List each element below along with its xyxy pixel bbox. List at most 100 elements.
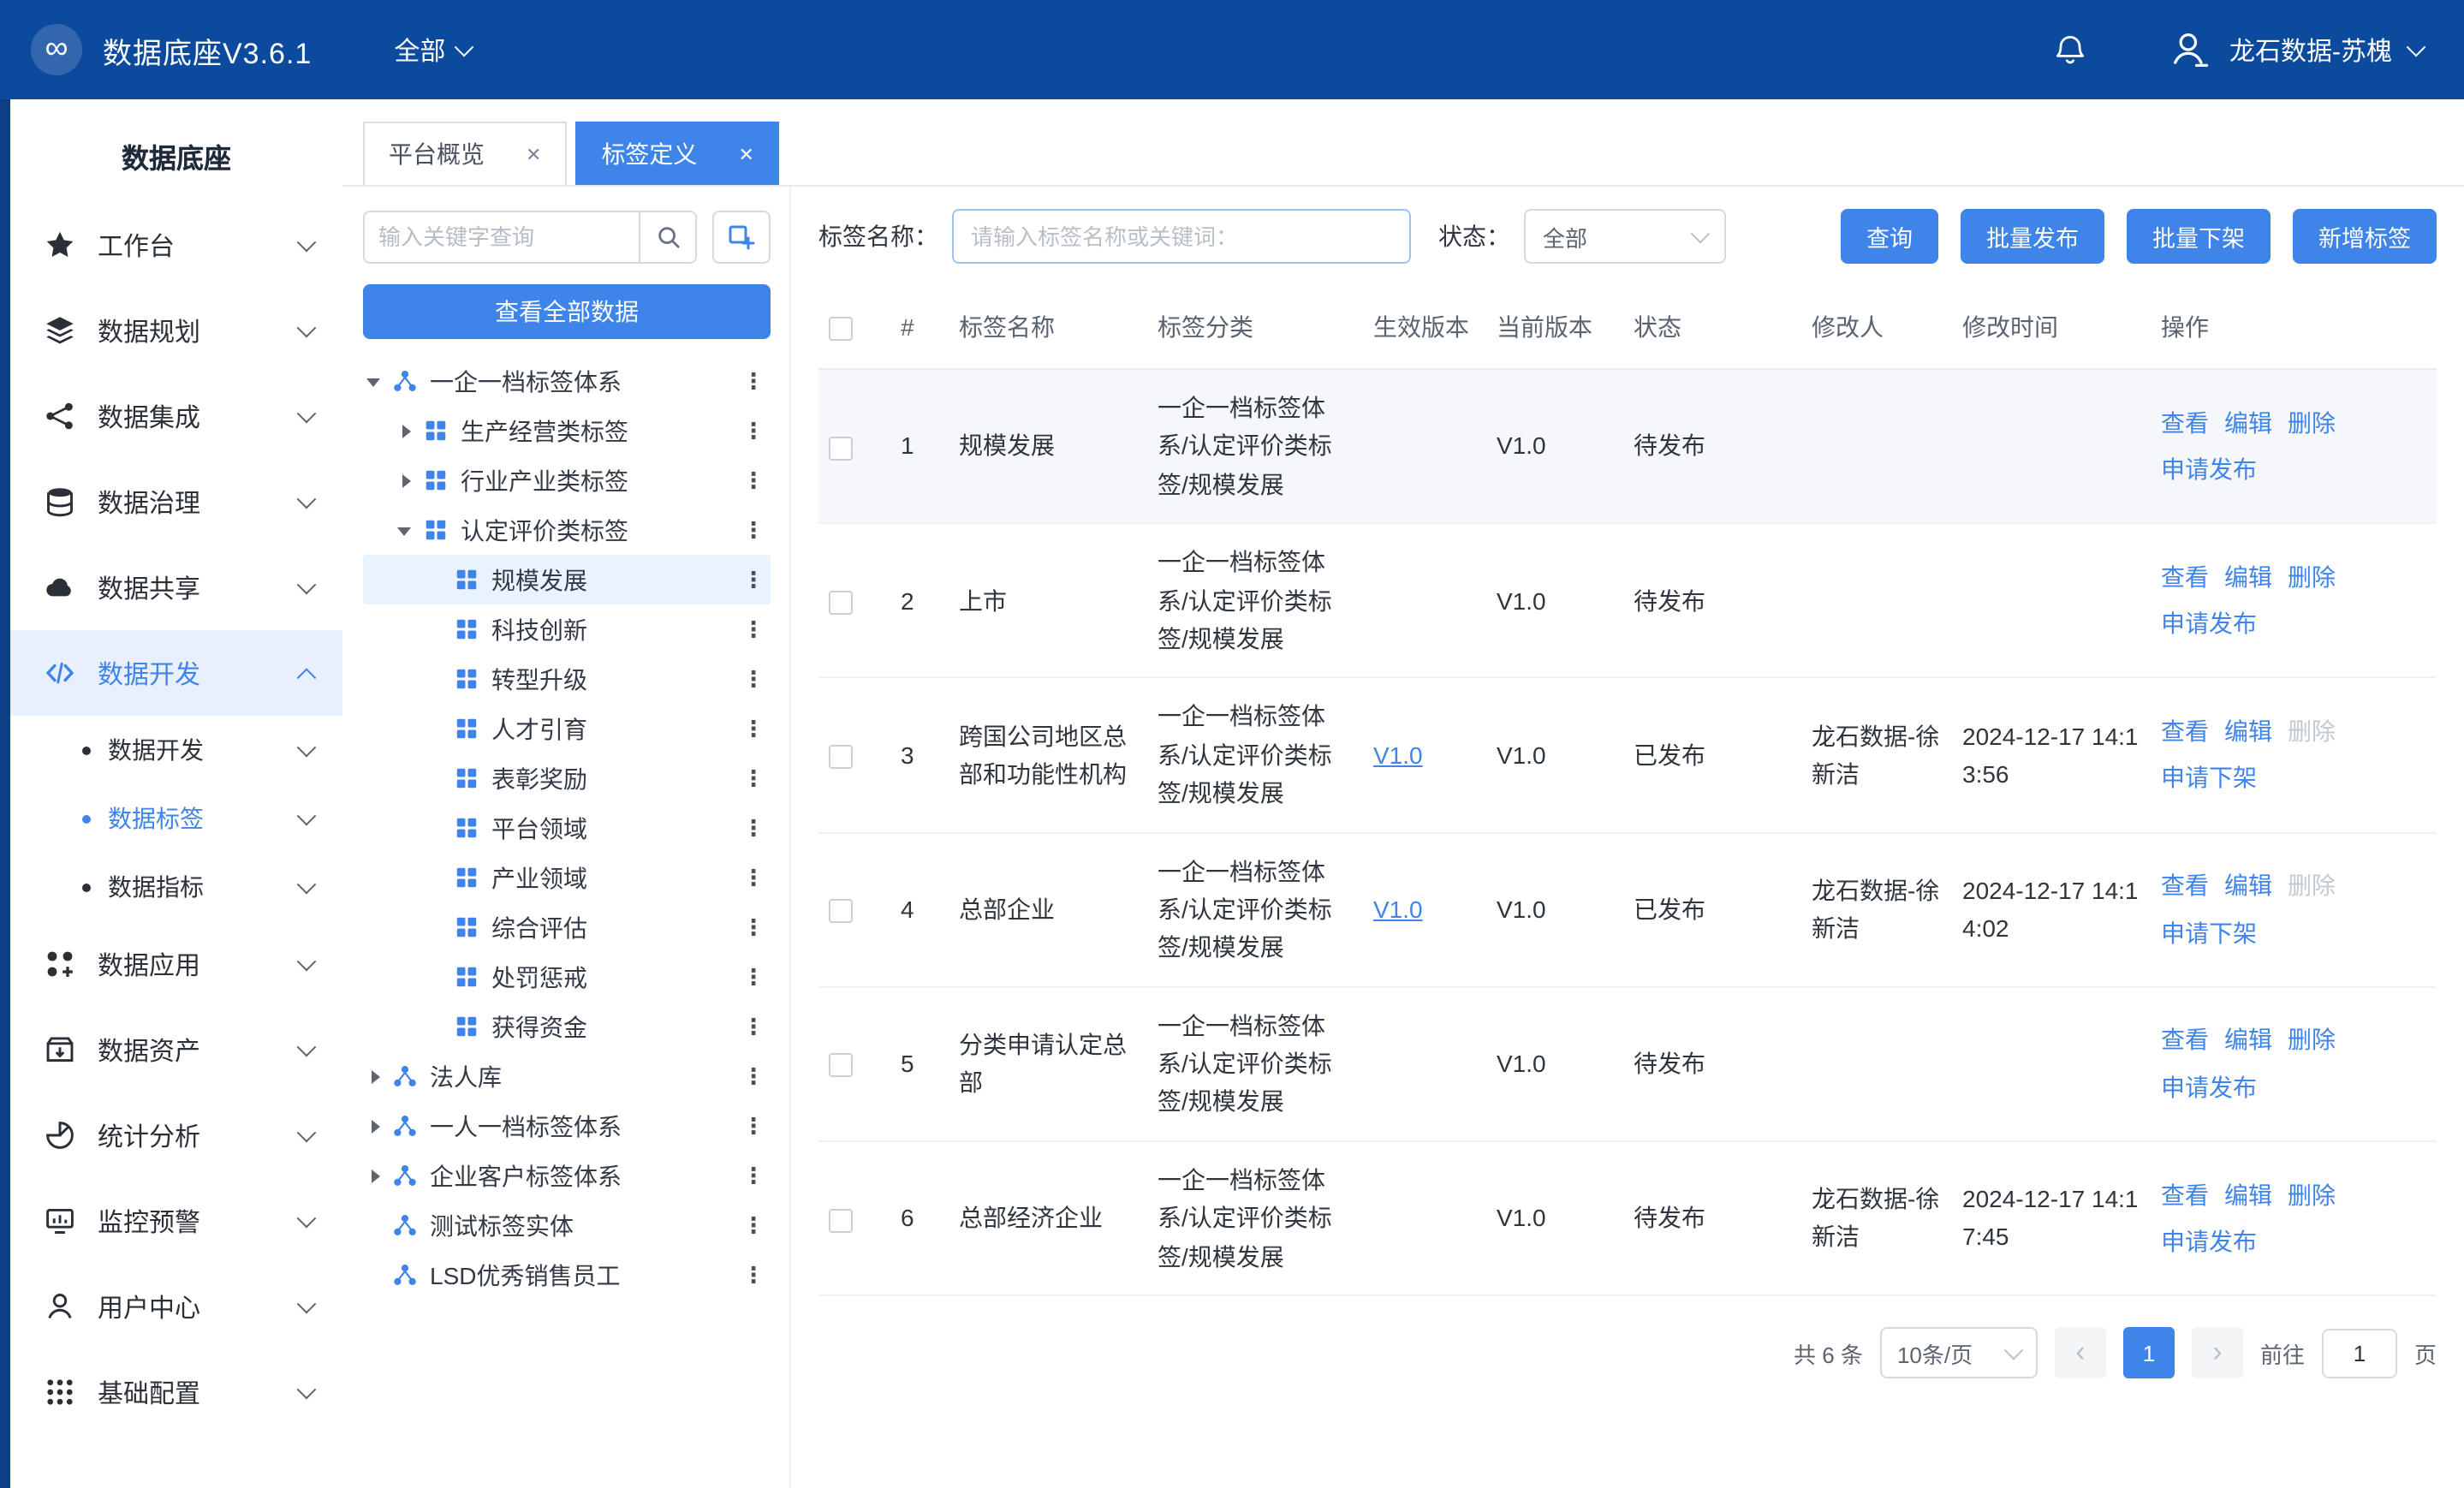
sidebar-item-3[interactable]: 数据治理 — [10, 459, 342, 545]
tree-node-10[interactable]: 产业领域⋮ — [363, 853, 771, 902]
select-all-checkbox[interactable] — [829, 317, 853, 341]
row-checkbox[interactable] — [829, 436, 853, 460]
view-link[interactable]: 查看 — [2161, 717, 2209, 745]
effective-version-link[interactable]: V1.0 — [1373, 896, 1423, 923]
publish-action-link[interactable]: 申请下架 — [2161, 765, 2257, 792]
kebab-menu-icon[interactable]: ⋮ — [741, 1112, 765, 1140]
view-link[interactable]: 查看 — [2161, 408, 2209, 436]
batch-publish-button[interactable]: 批量发布 — [1961, 209, 2104, 264]
tree-node-18[interactable]: LSD优秀销售员工⋮ — [363, 1250, 771, 1300]
edit-link[interactable]: 编辑 — [2224, 872, 2272, 899]
kebab-menu-icon[interactable]: ⋮ — [741, 1162, 765, 1189]
row-checkbox[interactable] — [829, 591, 853, 615]
chevron-down-icon[interactable] — [2407, 38, 2426, 57]
delete-link[interactable]: 删除 — [2288, 1027, 2336, 1054]
search-button[interactable] — [639, 212, 695, 262]
sidebar-subitem-5-2[interactable]: 数据指标 — [10, 853, 342, 921]
kebab-menu-icon[interactable]: ⋮ — [741, 1261, 765, 1289]
edit-link[interactable]: 编辑 — [2224, 408, 2272, 436]
sidebar-item-6[interactable]: 数据应用 — [10, 921, 342, 1007]
sidebar-item-11[interactable]: 基础配置 — [10, 1349, 342, 1435]
tree-node-2[interactable]: 行业产业类标签⋮ — [363, 455, 771, 505]
view-all-data-button[interactable]: 查看全部数据 — [363, 284, 771, 339]
status-select[interactable]: 全部 — [1524, 209, 1726, 264]
tree-expand-icon[interactable] — [397, 470, 423, 491]
publish-action-link[interactable]: 申请发布 — [2161, 455, 2257, 483]
kebab-menu-icon[interactable]: ⋮ — [741, 665, 765, 693]
batch-unpublish-button[interactable]: 批量下架 — [2127, 209, 2271, 264]
kebab-menu-icon[interactable]: ⋮ — [741, 417, 765, 444]
view-link[interactable]: 查看 — [2161, 872, 2209, 899]
edit-link[interactable]: 编辑 — [2224, 1181, 2272, 1208]
tree-node-5[interactable]: 科技创新⋮ — [363, 604, 771, 654]
kebab-menu-icon[interactable]: ⋮ — [741, 516, 765, 544]
add-tag-button[interactable]: 新增标签 — [2293, 209, 2437, 264]
delete-link[interactable]: 删除 — [2288, 717, 2336, 745]
tree-node-13[interactable]: 获得资金⋮ — [363, 1002, 771, 1051]
sidebar-item-5[interactable]: 数据开发 — [10, 630, 342, 716]
sidebar-subitem-5-1[interactable]: 数据标签 — [10, 784, 342, 853]
kebab-menu-icon[interactable]: ⋮ — [741, 566, 765, 593]
sidebar-item-7[interactable]: 数据资产 — [10, 1007, 342, 1092]
tree-node-16[interactable]: 企业客户标签体系⋮ — [363, 1151, 771, 1200]
edit-link[interactable]: 编辑 — [2224, 717, 2272, 745]
prev-page-button[interactable]: ‹ — [2055, 1327, 2106, 1378]
tab-0[interactable]: 平台概览✕ — [363, 122, 567, 185]
edit-link[interactable]: 编辑 — [2224, 563, 2272, 591]
kebab-menu-icon[interactable]: ⋮ — [741, 715, 765, 742]
row-checkbox[interactable] — [829, 899, 853, 923]
next-page-button[interactable]: › — [2192, 1327, 2243, 1378]
delete-link[interactable]: 删除 — [2288, 563, 2336, 591]
tree-node-14[interactable]: 法人库⋮ — [363, 1051, 771, 1101]
view-link[interactable]: 查看 — [2161, 563, 2209, 591]
tree-search-input[interactable] — [365, 212, 639, 262]
tree-expand-icon[interactable] — [397, 520, 423, 540]
kebab-menu-icon[interactable]: ⋮ — [741, 765, 765, 792]
kebab-menu-icon[interactable]: ⋮ — [741, 467, 765, 494]
sidebar-item-9[interactable]: 监控预警 — [10, 1178, 342, 1264]
row-checkbox[interactable] — [829, 1208, 853, 1232]
tree-node-15[interactable]: 一人一档标签体系⋮ — [363, 1101, 771, 1151]
kebab-menu-icon[interactable]: ⋮ — [741, 914, 765, 941]
publish-action-link[interactable]: 申请发布 — [2161, 610, 2257, 638]
tree-node-0[interactable]: 一企一档标签体系⋮ — [363, 356, 771, 406]
kebab-menu-icon[interactable]: ⋮ — [741, 963, 765, 991]
sidebar-item-4[interactable]: 数据共享 — [10, 545, 342, 630]
tree-expand-icon[interactable] — [366, 1165, 392, 1186]
tree-node-6[interactable]: 转型升级⋮ — [363, 654, 771, 704]
tab-1[interactable]: 标签定义✕ — [575, 122, 779, 185]
add-category-button[interactable] — [712, 211, 771, 264]
kebab-menu-icon[interactable]: ⋮ — [741, 1062, 765, 1090]
row-checkbox[interactable] — [829, 745, 853, 769]
delete-link[interactable]: 删除 — [2288, 408, 2336, 436]
publish-action-link[interactable]: 申请发布 — [2161, 1074, 2257, 1101]
kebab-menu-icon[interactable]: ⋮ — [741, 864, 765, 891]
tag-name-filter-input[interactable] — [952, 209, 1411, 264]
user-avatar-icon[interactable] — [2168, 27, 2212, 72]
tree-expand-icon[interactable] — [366, 1066, 392, 1086]
view-link[interactable]: 查看 — [2161, 1181, 2209, 1208]
delete-link[interactable]: 删除 — [2288, 1181, 2336, 1208]
kebab-menu-icon[interactable]: ⋮ — [741, 1211, 765, 1239]
sidebar-item-10[interactable]: 用户中心 — [10, 1264, 342, 1349]
kebab-menu-icon[interactable]: ⋮ — [741, 814, 765, 842]
effective-version-link[interactable]: V1.0 — [1373, 741, 1423, 768]
current-page-button[interactable]: 1 — [2123, 1327, 2175, 1378]
goto-page-input[interactable] — [2322, 1328, 2397, 1378]
tree-expand-icon[interactable] — [366, 1116, 392, 1136]
kebab-menu-icon[interactable]: ⋮ — [741, 367, 765, 395]
query-button[interactable]: 查询 — [1841, 209, 1938, 264]
row-checkbox[interactable] — [829, 1054, 853, 1078]
tree-node-12[interactable]: 处罚惩戒⋮ — [363, 952, 771, 1002]
sidebar-subitem-5-0[interactable]: 数据开发 — [10, 716, 342, 784]
user-name[interactable]: 龙石数据-苏槐 — [2229, 32, 2392, 68]
delete-link[interactable]: 删除 — [2288, 872, 2336, 899]
tree-node-8[interactable]: 表彰奖励⋮ — [363, 753, 771, 803]
publish-action-link[interactable]: 申请发布 — [2161, 1228, 2257, 1255]
scope-dropdown[interactable]: 全部 — [394, 32, 471, 68]
edit-link[interactable]: 编辑 — [2224, 1027, 2272, 1054]
kebab-menu-icon[interactable]: ⋮ — [741, 616, 765, 643]
tree-node-1[interactable]: 生产经营类标签⋮ — [363, 406, 771, 455]
tree-node-7[interactable]: 人才引育⋮ — [363, 704, 771, 753]
close-icon[interactable]: ✕ — [526, 143, 541, 165]
